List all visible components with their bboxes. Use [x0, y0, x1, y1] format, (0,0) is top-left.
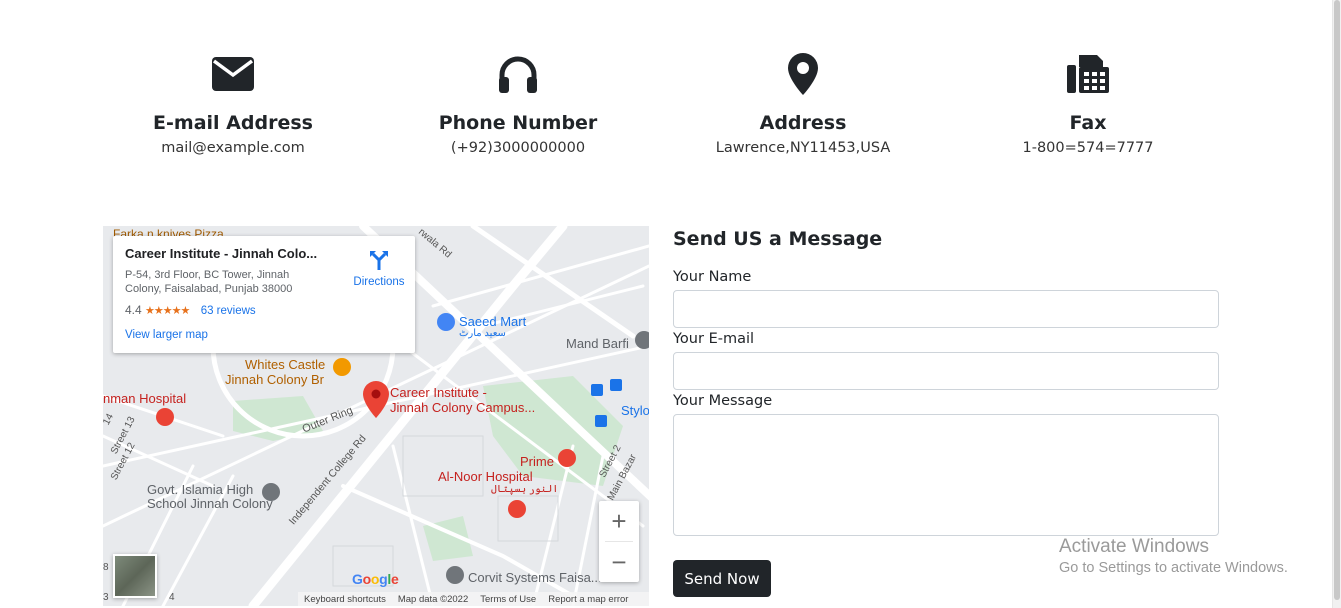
terms-link[interactable]: Terms of Use	[480, 594, 536, 605]
headphones-icon	[388, 50, 648, 98]
fax-value: 1-800=574=7777	[1022, 140, 1154, 156]
map-label-career-2: Jinnah Colony Campus...	[390, 400, 536, 415]
map-label-alnoor-urdu: النور ہسپتال	[491, 484, 559, 495]
map-label-prime: Prime	[520, 454, 554, 469]
reviews-link[interactable]: 63 reviews	[201, 305, 256, 317]
report-error-link[interactable]: Report a map error	[548, 594, 628, 605]
map-label-corvit: Corvit Systems Faisa.....	[468, 570, 609, 585]
map-data-text: Map data ©2022	[397, 593, 469, 605]
phone-info: Phone Number (+92)3000000000	[388, 50, 648, 156]
map-marker-icon	[673, 50, 933, 98]
watermark-line-2: Go to Settings to activate Windows.	[1059, 560, 1288, 576]
email-label: Your E-mail	[673, 331, 755, 347]
name-input[interactable]	[673, 290, 1219, 328]
activate-windows-watermark: Activate Windows Go to Settings to activ…	[1059, 536, 1288, 576]
google-logo: Google	[352, 571, 399, 587]
map-label-career-1: Career Institute -	[390, 385, 487, 400]
map-label-stylo: Stylo	[621, 403, 649, 418]
watermark-line-1: Activate Windows	[1059, 536, 1209, 557]
map-label-saeed-mart-urdu: سعید مارٹ	[459, 328, 506, 339]
map-label-govt-1: Govt. Islamia High	[147, 482, 254, 497]
rating-value: 4.4	[125, 303, 142, 317]
place-name: Career Institute - Jinnah Colo...	[125, 246, 318, 261]
map-label-govt-2: School Jinnah Colony	[147, 496, 273, 511]
fax-icon	[958, 50, 1218, 98]
scrollbar-thumb[interactable]	[1334, 0, 1340, 600]
keyboard-shortcuts-link[interactable]: Keyboard shortcuts	[304, 594, 386, 605]
directions-icon	[370, 251, 388, 270]
map-footer: Keyboard shortcuts Map data ©2022 Terms …	[298, 592, 649, 606]
message-textarea[interactable]	[673, 414, 1219, 536]
star-rating-icon: ★★★★★	[145, 305, 190, 317]
fax-title: Fax	[1069, 112, 1107, 134]
message-label: Your Message	[673, 393, 773, 409]
form-title: Send US a Message	[673, 228, 883, 250]
directions-button[interactable]: Directions	[343, 250, 415, 288]
zoom-in-button[interactable]: +	[599, 501, 639, 541]
fax-info: Fax 1-800=574=7777	[958, 50, 1218, 156]
email-input[interactable]	[673, 352, 1219, 390]
satellite-toggle[interactable]	[113, 554, 157, 598]
address-info: Address Lawrence,NY11453,USA	[673, 50, 933, 156]
place-card: Career Institute - Jinnah Colo... P-54, …	[113, 236, 415, 353]
address-title: Address	[759, 112, 847, 134]
zoom-controls: + −	[599, 501, 639, 582]
map-label-s8: 8	[103, 562, 109, 573]
zoom-out-button[interactable]: −	[599, 542, 639, 582]
directions-label: Directions	[353, 276, 405, 288]
email-value: mail@example.com	[161, 140, 305, 156]
phone-value: (+92)3000000000	[450, 140, 586, 156]
address-value: Lawrence,NY11453,USA	[715, 140, 891, 156]
map-label-mand-barfi: Mand Barfi	[566, 336, 629, 351]
map-label-hospital: nman Hospital	[103, 391, 187, 406]
envelope-icon	[103, 50, 363, 98]
email-title: E-mail Address	[153, 112, 313, 134]
view-larger-map-link[interactable]: View larger map	[125, 329, 208, 341]
phone-title: Phone Number	[438, 112, 598, 134]
page-scrollbar[interactable]	[1332, 0, 1341, 608]
map-label-s3: 3	[103, 592, 109, 603]
embedded-map[interactable]: Farka n kniyes Pizza rwala Rd Saeed Mart…	[103, 226, 649, 606]
map-label-saeed-mart: Saeed Mart	[459, 314, 527, 329]
place-rating: 4.4 ★★★★★ 63 reviews	[125, 303, 256, 317]
send-now-button[interactable]: Send Now	[673, 560, 771, 597]
map-label-alnoor: Al-Noor Hospital	[438, 469, 533, 484]
map-label-jinnah-colony-br: Jinnah Colony Br	[225, 372, 324, 387]
email-info: E-mail Address mail@example.com	[103, 50, 363, 156]
map-label-whites-castle: Whites Castle	[245, 357, 326, 372]
name-label: Your Name	[673, 269, 752, 285]
map-label-s4: 4	[169, 592, 175, 603]
place-address: P-54, 3rd Floor, BC Tower, Jinnah Colony…	[125, 269, 293, 295]
